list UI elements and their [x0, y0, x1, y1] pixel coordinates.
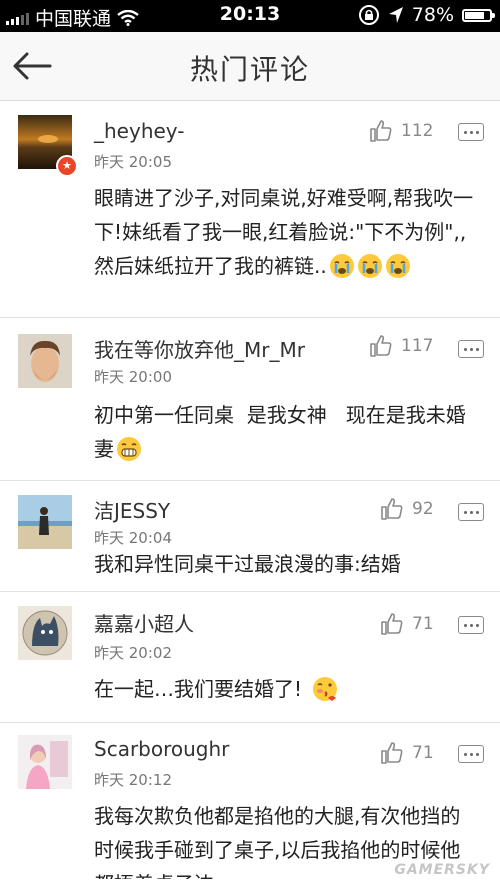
- comment-text: 眼睛进了沙子,对同桌说,好难受啊,帮我吹一下!妹纸看了我一眼,红着脸说:"下不为…: [94, 181, 474, 283]
- like-count: 112: [401, 121, 434, 141]
- crying-face-emoji: [329, 254, 354, 278]
- comment-time: 昨天 20:04: [94, 529, 172, 547]
- crying-face-emoji: [357, 254, 382, 278]
- avatar[interactable]: [18, 495, 72, 549]
- crying-face-emoji: [385, 254, 410, 278]
- avatar[interactable]: [18, 735, 72, 789]
- like-count: 71: [412, 614, 434, 634]
- comment-text: 我和异性同桌干过最浪漫的事:结婚: [94, 547, 474, 581]
- username[interactable]: 洁JESSY: [94, 495, 170, 524]
- thumbs-up-icon: [381, 498, 403, 520]
- page-title: 热门评论: [189, 53, 310, 86]
- comment-time: 昨天 20:05: [94, 153, 172, 171]
- more-button[interactable]: [458, 616, 484, 634]
- battery-icon: [462, 8, 495, 22]
- more-button[interactable]: [458, 340, 484, 358]
- avatar[interactable]: [18, 606, 72, 660]
- location-arrow-icon: [388, 7, 403, 23]
- username[interactable]: Scarboroughr: [94, 737, 229, 761]
- avatar[interactable]: [18, 334, 72, 388]
- grinning-face-emoji: [117, 437, 141, 461]
- kissing-face-emoji: [313, 677, 338, 701]
- rotation-lock-icon: [358, 5, 379, 25]
- username[interactable]: 我在等你放弃他_Mr_Mr: [94, 334, 305, 363]
- comment-time: 昨天 20:12: [94, 771, 172, 789]
- like-count: 71: [412, 743, 434, 763]
- like-button[interactable]: 71: [380, 612, 434, 636]
- comment-item: 嘉嘉小超人 昨天 20:02 71 在一起…我们要结婚了!: [0, 592, 500, 723]
- like-button[interactable]: 71: [380, 741, 434, 765]
- comment-body: 在一起…我们要结婚了!: [94, 677, 303, 701]
- comment-body: 我和异性同桌干过最浪漫的事:结婚: [94, 552, 401, 576]
- thumbs-up-icon: [381, 742, 403, 764]
- like-count: 117: [401, 336, 434, 356]
- watermark-logo: GAMERSKY: [394, 862, 490, 878]
- comment-item: ★ _heyhey- 昨天 20:05 112 眼睛进了沙子,对同桌说,好难受啊…: [0, 101, 500, 318]
- thumbs-up-icon: [381, 613, 403, 635]
- navigation-bar: 热门评论: [0, 32, 500, 101]
- comment-time: 昨天 20:00: [94, 368, 172, 386]
- battery-percent: 78%: [411, 4, 454, 26]
- comment-item: 洁JESSY 昨天 20:04 92 我和异性同桌干过最浪漫的事:结婚: [0, 481, 500, 592]
- username[interactable]: _heyhey-: [94, 119, 185, 143]
- thumbs-up-icon: [370, 120, 392, 142]
- comment-item: 我在等你放弃他_Mr_Mr 昨天 20:00 117 初中第一任同桌 是我女神 …: [0, 318, 500, 481]
- comment-body: 初中第一任同桌 是我女神 现在是我未婚妻: [94, 403, 466, 461]
- comment-list: ★ _heyhey- 昨天 20:05 112 眼睛进了沙子,对同桌说,好难受啊…: [0, 101, 500, 883]
- like-button[interactable]: 112: [369, 119, 433, 143]
- comment-text: 初中第一任同桌 是我女神 现在是我未婚妻: [94, 398, 474, 466]
- comment-body: 眼睛进了沙子,对同桌说,好难受啊,帮我吹一下!妹纸看了我一眼,红着脸说:"下不为…: [94, 186, 474, 278]
- comment-text: 在一起…我们要结婚了!: [94, 672, 474, 706]
- status-bar: 中国联通 20:13 78%: [0, 0, 500, 32]
- verified-badge: ★: [56, 155, 78, 177]
- comment-item: Scarboroughr 昨天 20:12 71 我每次欺负他都是掐他的大腿,有…: [0, 723, 500, 883]
- username[interactable]: 嘉嘉小超人: [94, 608, 194, 637]
- like-count: 92: [412, 499, 434, 519]
- more-button[interactable]: [458, 503, 484, 521]
- more-button[interactable]: [458, 123, 484, 141]
- more-button[interactable]: [458, 745, 484, 763]
- thumbs-up-icon: [370, 335, 392, 357]
- like-button[interactable]: 92: [380, 497, 434, 521]
- comment-time: 昨天 20:02: [94, 644, 172, 662]
- like-button[interactable]: 117: [369, 334, 433, 358]
